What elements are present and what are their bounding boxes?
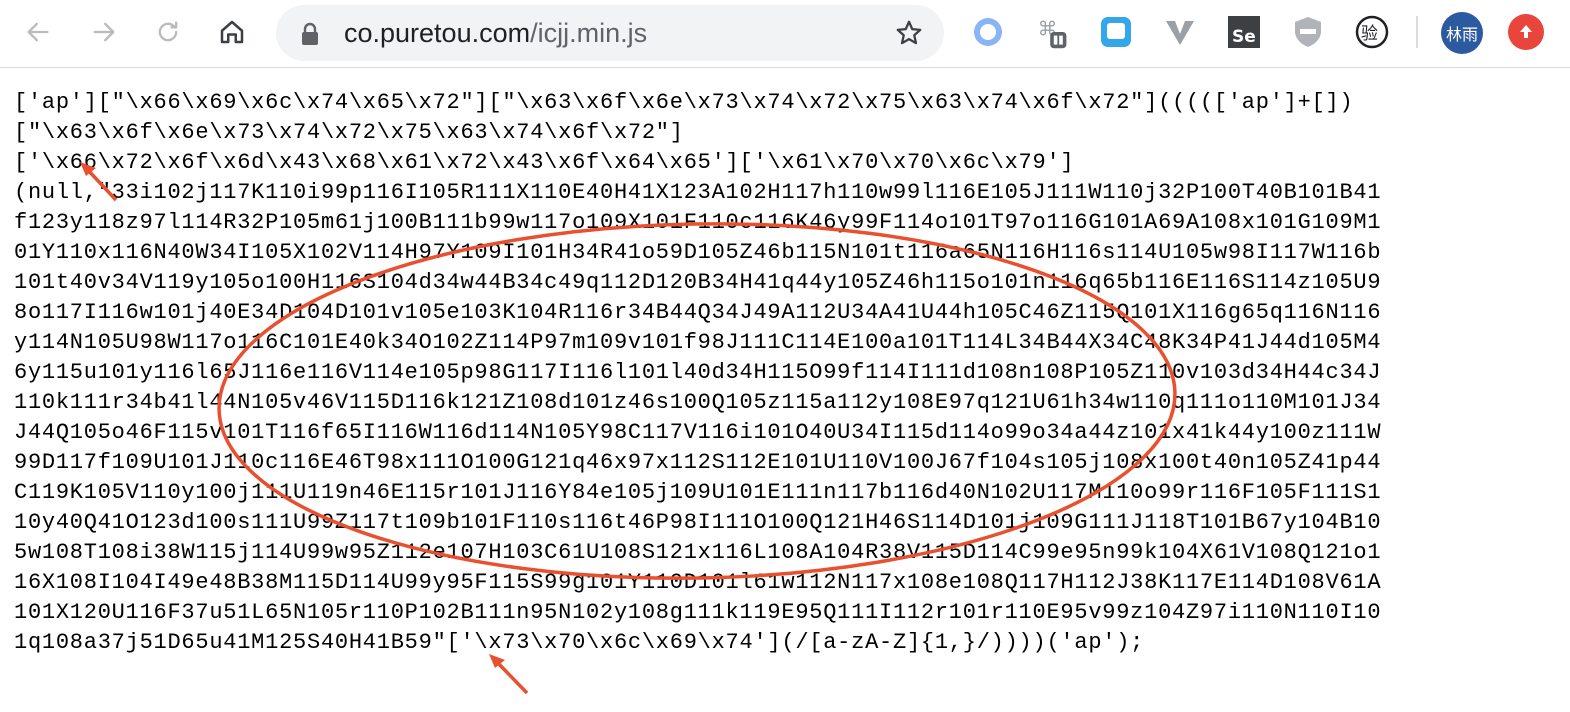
code-line: 6y115u101y116l65J116e116V114e105p98G117I…: [14, 360, 1382, 385]
arrow-left-icon: [27, 22, 49, 42]
browser-toolbar: co.puretou.com/icjj.min.js ⌘ Se 验 林雨: [0, 0, 1570, 68]
avatar-text: 林雨: [1445, 25, 1478, 44]
extension-square-icon[interactable]: [1098, 14, 1134, 50]
code-line: 5w108T108i38W115j114U99w95Z112e107H103C6…: [14, 540, 1382, 565]
profile-avatar[interactable]: 林雨: [1441, 12, 1483, 54]
url-domain: co.puretou.com: [344, 18, 531, 48]
code-line: 101X120U116F37u51L65N105r110P102B111n95N…: [14, 600, 1382, 625]
extension-shield-icon[interactable]: [1290, 14, 1326, 50]
code-line: C119K105V110y100j111U119n46E115r101J116Y…: [14, 480, 1382, 505]
reload-icon: [158, 21, 178, 42]
home-button[interactable]: [214, 14, 250, 50]
code-line: 110k111r34b41l44N105v46V115D116k121Z108d…: [14, 390, 1382, 415]
url-text[interactable]: co.puretou.com/icjj.min.js: [344, 17, 647, 49]
svg-text:验: 验: [1361, 24, 1378, 44]
address-bar[interactable]: co.puretou.com/icjj.min.js: [276, 5, 944, 61]
code-line: 8o117I116w101j40E34D104D101v105e103K104R…: [14, 300, 1382, 325]
code-line: 01Y110x116N40W34I105X102V114H97Y109I101H…: [14, 240, 1382, 265]
annotation-arrow-bottom: [489, 654, 529, 695]
code-line: 16X108I104I49e48B38M115D114U99y95F115S99…: [14, 570, 1382, 595]
code-line: 1q108a37j51D65u41M125S40H41B59"['\x73\x7…: [14, 630, 1145, 655]
lock-icon: [300, 22, 320, 51]
extension-ring-icon[interactable]: [970, 14, 1006, 50]
extension-v-icon[interactable]: [1162, 14, 1198, 50]
extension-verify-icon[interactable]: 验: [1354, 14, 1390, 50]
code-line: 101t40v34V119y105o100H116S104d34w44B34c4…: [14, 270, 1382, 295]
code-line: ["\x63\x6f\x6e\x73\x74\x72\x75\x63\x74\x…: [14, 120, 684, 145]
code-line: ['\x66\x72\x6f\x6d\x43\x68\x61\x72\x43\x…: [14, 150, 1075, 175]
home-icon: [220, 20, 244, 44]
back-button[interactable]: [20, 14, 56, 50]
code-line: 99D117f109U101J110c116E46T98x111O100G121…: [14, 450, 1382, 475]
update-button[interactable]: [1508, 14, 1544, 50]
toolbar-divider: [1416, 16, 1418, 48]
code-line: J44Q105o46F115v101T116f65I116W116d114N10…: [14, 420, 1382, 445]
forward-button[interactable]: [86, 14, 122, 50]
extension-selenium-icon[interactable]: Se: [1226, 14, 1262, 50]
url-path: /icjj.min.js: [530, 18, 648, 48]
code-line: 10y40Q41O123d100s111U99Z117t109b101F110s…: [14, 510, 1382, 535]
extension-command-icon[interactable]: ⌘: [1034, 14, 1070, 50]
code-line: f123y118z97l114R32P105m61j100B111b99w117…: [14, 210, 1382, 235]
code-line: y114N105U98W117o116C101E40k34O102Z114P97…: [14, 330, 1382, 355]
code-line: (null,"33i102j117K110i99p116I105R111X110…: [14, 180, 1382, 205]
update-arrow-icon: [1520, 25, 1532, 38]
reload-button[interactable]: [150, 14, 186, 50]
page-source-content: ['ap']["\x66\x69\x6c\x74\x65\x72"]["\x63…: [14, 88, 1559, 658]
code-line: ['ap']["\x66\x69\x6c\x74\x65\x72"]["\x63…: [14, 90, 1354, 115]
star-icon[interactable]: [894, 18, 924, 53]
arrow-right-icon: [93, 22, 115, 42]
svg-text:Se: Se: [1232, 27, 1256, 47]
